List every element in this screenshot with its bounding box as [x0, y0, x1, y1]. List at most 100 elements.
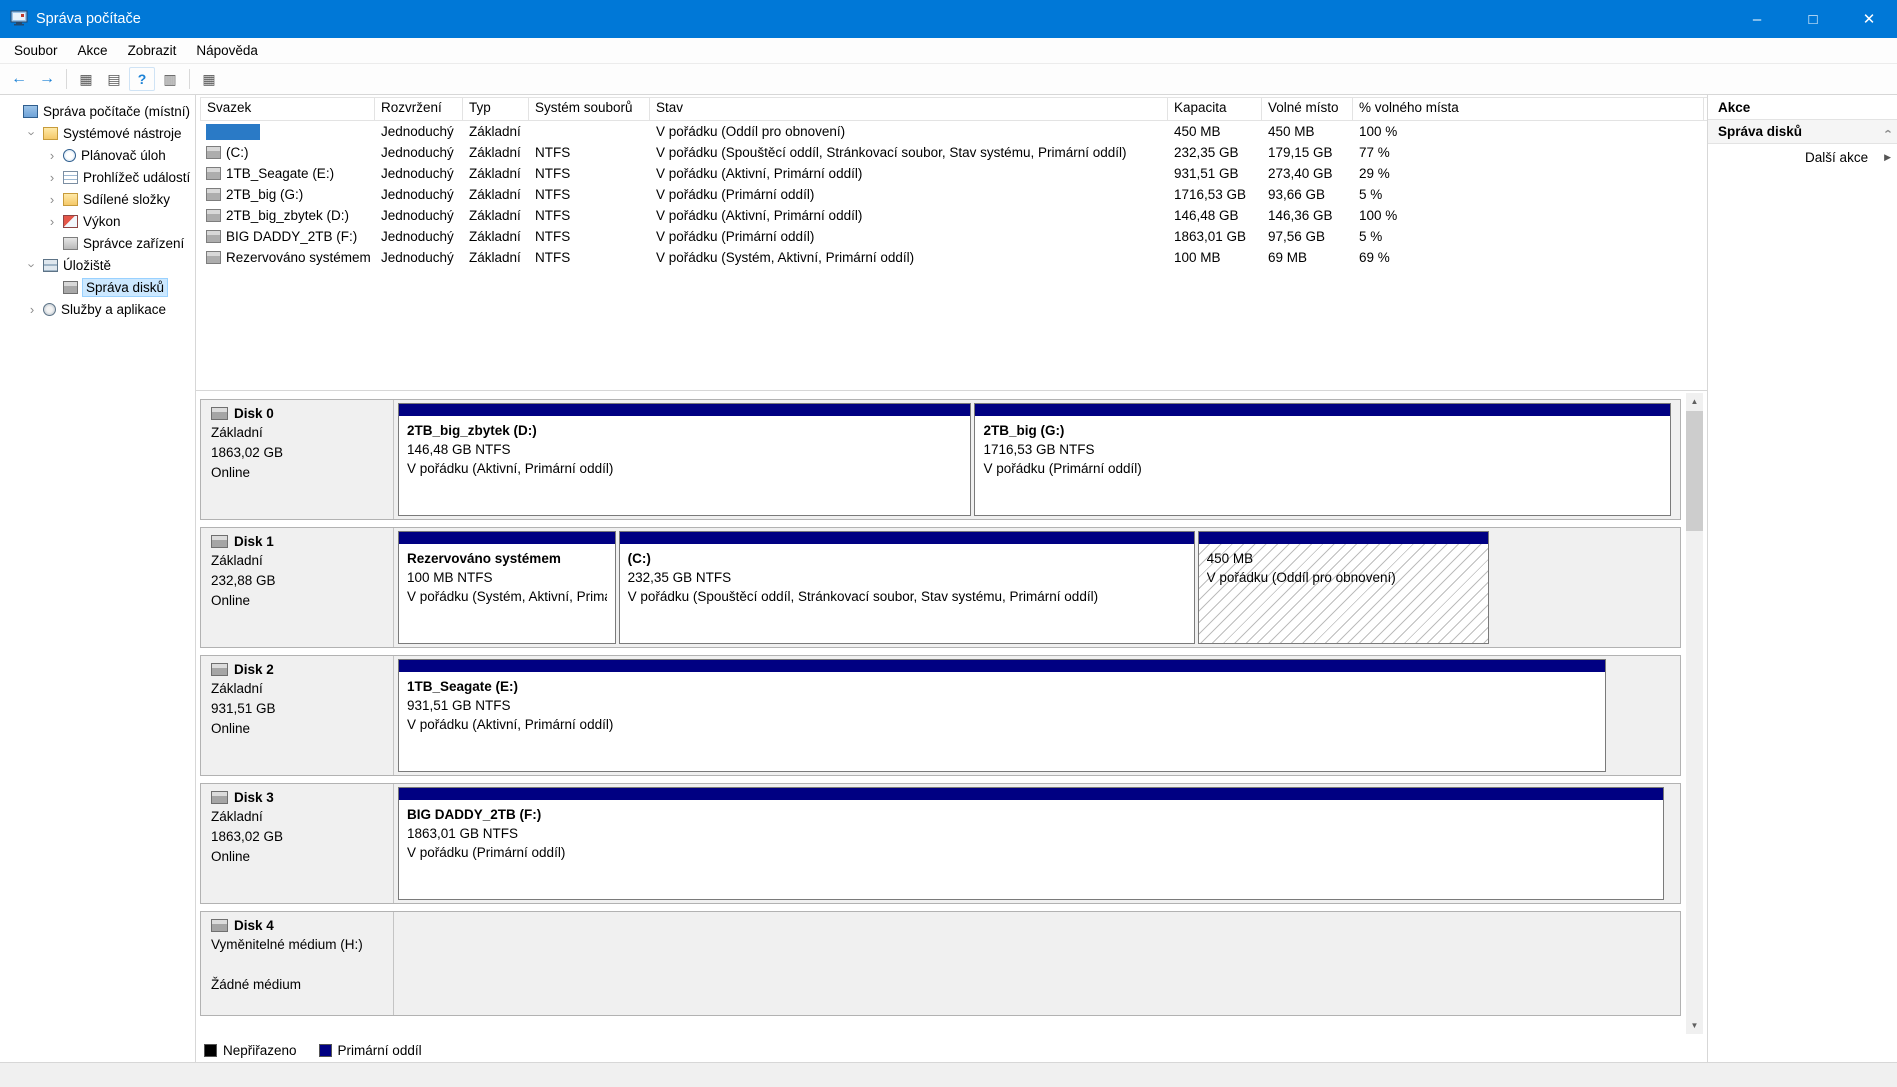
menu-item[interactable]: Zobrazit	[118, 38, 187, 63]
disk-title: Disk 0	[211, 406, 385, 421]
tree-item-services[interactable]: ›Služby a aplikace	[0, 298, 195, 320]
tree-item-disk-management[interactable]: Správa disků	[0, 276, 195, 298]
table-row[interactable]: 2TB_big (G:)JednoduchýZákladníNTFSV pořá…	[200, 184, 1707, 205]
disk-management-icon	[63, 281, 78, 294]
tree-item-label: Úložiště	[63, 258, 111, 273]
cell: 2TB_big_zbytek (D:)	[200, 208, 375, 223]
partition-color-bar	[620, 532, 1194, 544]
cell: Jednoduchý	[375, 250, 463, 265]
table-row[interactable]: JednoduchýZákladníV pořádku (Oddíl pro o…	[200, 121, 1707, 142]
partition[interactable]: Rezervováno systémem100 MB NTFSV pořádku…	[398, 531, 616, 644]
cell: 29 %	[1353, 166, 1704, 181]
cell: NTFS	[529, 145, 650, 160]
menu-item[interactable]: Soubor	[4, 38, 68, 63]
partition[interactable]: 1TB_Seagate (E:)931,51 GB NTFSV pořádku …	[398, 659, 1606, 772]
forward-arrow-icon[interactable]: →	[34, 67, 60, 91]
cell: Základní	[463, 229, 529, 244]
disk-info[interactable]: Disk 2Základní931,51 GBOnline	[201, 656, 394, 775]
column-header[interactable]: Volné místo	[1262, 98, 1353, 120]
vertical-scrollbar[interactable]: ▲ ▼	[1686, 393, 1703, 1034]
tree-item-device-manager[interactable]: Správce zařízení	[0, 232, 195, 254]
table-row[interactable]: 2TB_big_zbytek (D:)JednoduchýZákladníNTF…	[200, 205, 1707, 226]
disk-info[interactable]: Disk 1Základní232,88 GBOnline	[201, 528, 394, 647]
partition[interactable]: BIG DADDY_2TB (F:)1863,01 GB NTFSV pořád…	[398, 787, 1664, 900]
help-icon[interactable]: ?	[129, 67, 155, 91]
column-header[interactable]: Systém souborů	[529, 98, 650, 120]
app-icon	[10, 10, 28, 29]
cell: V pořádku (Systém, Aktivní, Primární odd…	[650, 250, 1168, 265]
tree-item-performance[interactable]: › Výkon	[0, 210, 195, 232]
cell: NTFS	[529, 208, 650, 223]
partition[interactable]: 450 MBV pořádku (Oddíl pro obnovení)	[1198, 531, 1490, 644]
volume-icon	[206, 230, 221, 243]
tree-item-folder-tools[interactable]: ›Systémové nástroje	[0, 122, 195, 144]
expander-icon[interactable]: ›	[26, 302, 38, 317]
partition-color-bar	[1199, 532, 1489, 544]
disk-info-line: Základní	[211, 807, 385, 827]
table-row[interactable]: BIG DADDY_2TB (F:)JednoduchýZákladníNTFS…	[200, 226, 1707, 247]
expander-icon[interactable]: ›	[25, 127, 40, 139]
show-action-pane-icon[interactable]: ▥	[157, 67, 183, 91]
disk-info[interactable]: Disk 4Vyměnitelné médium (H:) Žádné médi…	[201, 912, 394, 1015]
partition-status: V pořádku (Oddíl pro obnovení)	[1207, 568, 1481, 587]
cell: 450 MB	[1262, 124, 1353, 139]
expander-icon[interactable]: ›	[46, 170, 58, 185]
column-header[interactable]: Typ	[463, 98, 529, 120]
menu-item[interactable]: Akce	[68, 38, 118, 63]
event-viewer-icon	[63, 171, 78, 184]
minimize-button[interactable]: –	[1729, 0, 1785, 38]
disk-info[interactable]: Disk 3Základní1863,02 GBOnline	[201, 784, 394, 903]
partition-area: 1TB_Seagate (E:)931,51 GB NTFSV pořádku …	[394, 656, 1680, 775]
tree-item-computer[interactable]: Správa počítače (místní)	[0, 100, 195, 122]
cell: Základní	[463, 145, 529, 160]
table-row[interactable]: (C:)JednoduchýZákladníNTFSV pořádku (Spo…	[200, 142, 1707, 163]
cell: 69 MB	[1262, 250, 1353, 265]
expander-icon[interactable]: ›	[46, 148, 58, 163]
more-actions-item[interactable]: Další akce ▶	[1708, 144, 1897, 171]
partition-size: 232,35 GB NTFS	[628, 568, 1186, 587]
disk-info-line: 931,51 GB	[211, 699, 385, 719]
maximize-button[interactable]: □	[1785, 0, 1841, 38]
tree-item-event-viewer[interactable]: ›Prohlížeč událostí	[0, 166, 195, 188]
tree-item-storage[interactable]: › Úložiště	[0, 254, 195, 276]
disk-info[interactable]: Disk 0Základní1863,02 GBOnline	[201, 400, 394, 519]
column-header[interactable]: % volného místa	[1353, 98, 1704, 120]
partition-size: 146,48 GB NTFS	[407, 440, 962, 459]
partition[interactable]: (C:)232,35 GB NTFSV pořádku (Spouštěcí o…	[619, 531, 1195, 644]
disk-name: Disk 2	[234, 662, 274, 677]
column-header[interactable]: Rozvržení	[375, 98, 463, 120]
scrollbar-thumb[interactable]	[1686, 411, 1703, 531]
back-arrow-icon[interactable]: ←	[6, 67, 32, 91]
disk-info-line: Online	[211, 463, 385, 483]
tree-item-label: Výkon	[83, 214, 121, 229]
partition[interactable]: 2TB_big_zbytek (D:)146,48 GB NTFSV pořád…	[398, 403, 971, 516]
tree-item-shared-folders[interactable]: ›Sdílené složky	[0, 188, 195, 210]
expander-icon[interactable]: ›	[46, 214, 58, 229]
show-console-tree-icon[interactable]: ▦	[73, 67, 99, 91]
partition[interactable]: 2TB_big (G:)1716,53 GB NTFSV pořádku (Pr…	[974, 403, 1670, 516]
disk-title: Disk 1	[211, 534, 385, 549]
services-icon	[43, 303, 56, 316]
partition-body: 2TB_big_zbytek (D:)146,48 GB NTFSV pořád…	[399, 416, 970, 515]
partition-size: 450 MB	[1207, 549, 1481, 568]
collapse-chevron-icon[interactable]: ›	[1879, 129, 1894, 133]
tree-item-task-scheduler[interactable]: ›Plánovač úloh	[0, 144, 195, 166]
table-row[interactable]: Rezervováno systémemJednoduchýZákladníNT…	[200, 247, 1707, 268]
close-button[interactable]: ✕	[1841, 0, 1897, 38]
column-header[interactable]: Svazek	[200, 98, 375, 120]
expander-icon[interactable]: ›	[25, 259, 40, 271]
scroll-down-icon[interactable]: ▼	[1686, 1017, 1703, 1034]
column-header[interactable]: Kapacita	[1168, 98, 1262, 120]
scroll-up-icon[interactable]: ▲	[1686, 393, 1703, 410]
column-header[interactable]: Stav	[650, 98, 1168, 120]
table-row[interactable]: 1TB_Seagate (E:)JednoduchýZákladníNTFSV …	[200, 163, 1707, 184]
tree-item-label: Správa disků	[83, 279, 167, 296]
disk-name: Disk 4	[234, 918, 274, 933]
export-list-icon[interactable]: ▤	[101, 67, 127, 91]
expander-icon[interactable]: ›	[46, 192, 58, 207]
menu-item[interactable]: Nápověda	[186, 38, 268, 63]
volume-icon	[206, 146, 221, 159]
actions-section-disk-management[interactable]: Správa disků ›	[1708, 120, 1897, 144]
view-icon[interactable]: ▦	[196, 67, 222, 91]
cell: 1716,53 GB	[1168, 187, 1262, 202]
